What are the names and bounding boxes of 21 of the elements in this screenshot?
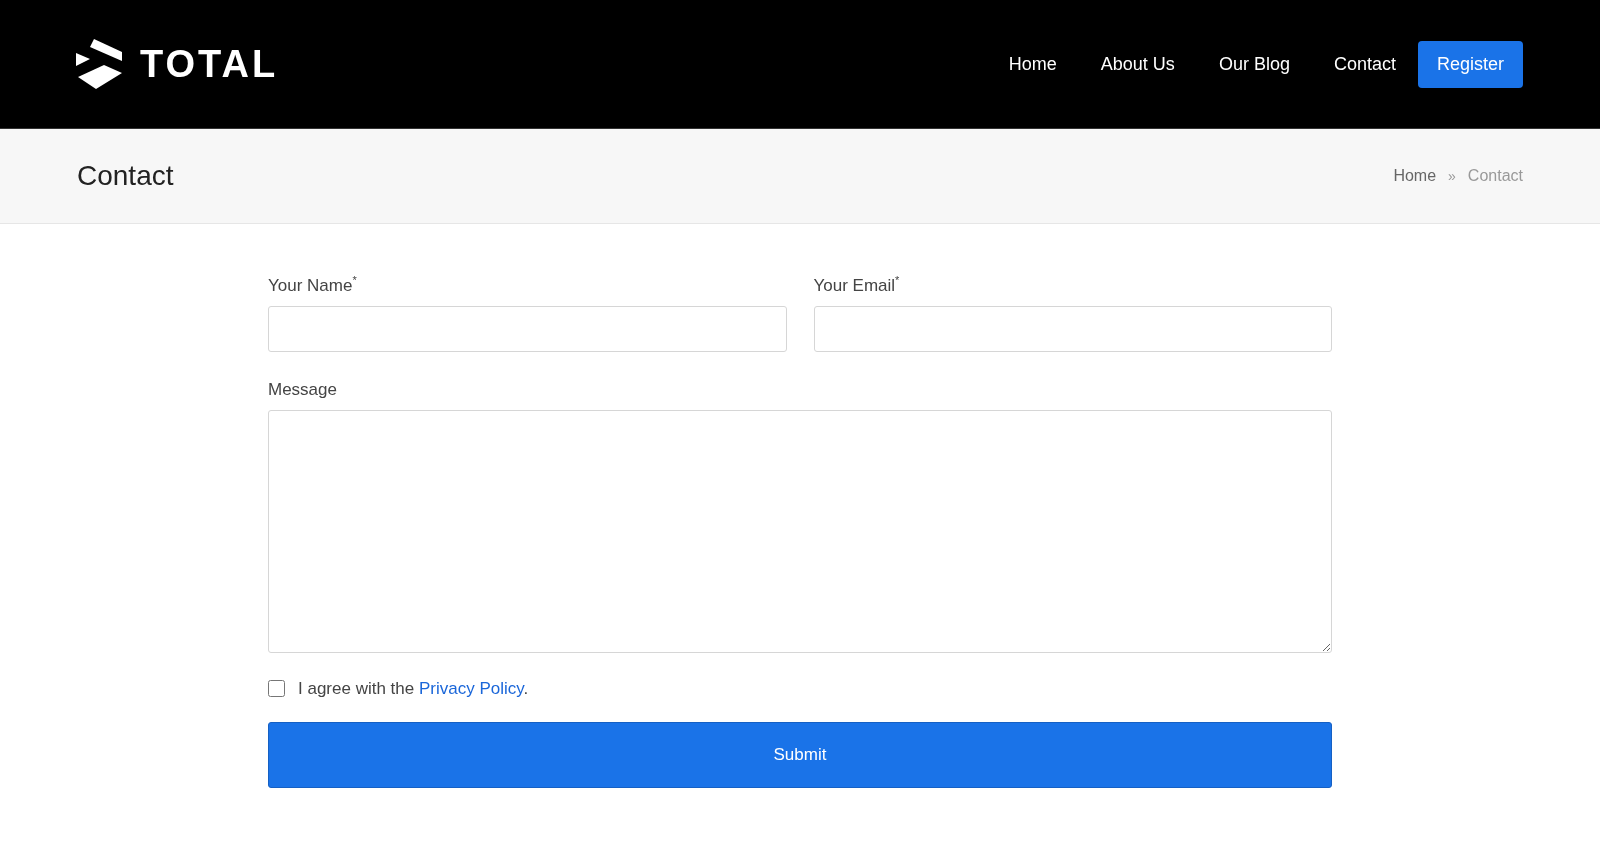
message-field[interactable] — [268, 409, 1332, 653]
nav-link[interactable]: Home — [986, 53, 1079, 75]
privacy-policy-link[interactable]: Privacy Policy — [419, 678, 524, 698]
breadcrumb-separator: » — [1448, 168, 1456, 184]
nav-link[interactable]: Our Blog — [1196, 53, 1312, 75]
nav-link[interactable]: About Us — [1078, 53, 1197, 75]
field-label: Message — [268, 379, 338, 400]
logo-icon — [76, 39, 122, 89]
nav-link[interactable]: Contact — [1311, 53, 1418, 75]
submit-button[interactable]: Submit — [268, 721, 1332, 788]
consent-text: I agree with the Privacy Policy. — [298, 678, 529, 699]
breadcrumb-link[interactable]: Home — [1393, 167, 1437, 185]
field-label: Your Name$^{*}$ — [268, 274, 358, 296]
field-label: Your Email$^{*}$ — [813, 274, 901, 296]
input-field[interactable] — [813, 305, 1332, 352]
breadcrumb-current: Contact — [1467, 167, 1523, 185]
consent-checkbox[interactable] — [268, 680, 285, 698]
logo-text[interactable]: TOTAL — [140, 42, 279, 86]
page-title: Contact — [77, 160, 174, 192]
input-field[interactable] — [268, 305, 787, 352]
register-button[interactable]: Register — [1417, 40, 1523, 88]
